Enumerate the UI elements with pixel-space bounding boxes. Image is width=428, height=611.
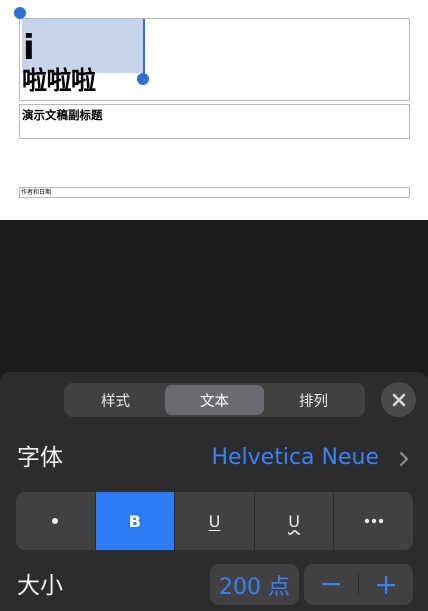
- underline-button[interactable]: U: [175, 492, 255, 550]
- inspector-tabs: 样式 文本 排列: [64, 383, 365, 417]
- font-row[interactable]: 字体 Helvetica Neue: [0, 436, 428, 480]
- title-placeholder[interactable]: i 啦啦啦: [19, 18, 410, 101]
- selection-end-caret: [143, 19, 145, 79]
- bullet-style-button[interactable]: [16, 492, 96, 550]
- decrease-size-button[interactable]: [304, 564, 358, 605]
- subtitle-placeholder[interactable]: 演示文稿副标题: [19, 104, 410, 139]
- slide-subtitle[interactable]: 演示文稿副标题: [22, 108, 103, 122]
- plus-icon: [377, 575, 395, 594]
- size-row: 大小 200 点: [0, 564, 428, 608]
- selection-start-handle[interactable]: [14, 7, 26, 19]
- slide-canvas[interactable]: i 啦啦啦 演示文稿副标题 作者和日期: [0, 0, 428, 220]
- bold-button[interactable]: B: [95, 492, 176, 550]
- minus-icon: [322, 583, 340, 586]
- tab-arrange[interactable]: 排列: [264, 385, 363, 415]
- size-label: 大小: [17, 573, 63, 599]
- tab-style[interactable]: 样式: [66, 385, 165, 415]
- chevron-right-icon: [400, 452, 408, 466]
- font-value[interactable]: Helvetica Neue: [211, 441, 379, 475]
- text-selection-highlight: [22, 19, 144, 73]
- close-icon: [392, 393, 405, 406]
- app-screen: i 啦啦啦 演示文稿副标题 作者和日期 样式 文本 排列 字体 Helvetic…: [0, 0, 428, 611]
- font-size-stepper: [304, 564, 413, 605]
- tab-text[interactable]: 文本: [165, 385, 264, 415]
- author-placeholder[interactable]: 作者和日期: [19, 187, 410, 198]
- dot-icon: [52, 518, 59, 524]
- selection-end-handle[interactable]: [137, 73, 149, 85]
- increase-size-button[interactable]: [359, 564, 413, 605]
- font-size-field[interactable]: 200 点: [210, 564, 299, 605]
- format-inspector: 样式 文本 排列 字体 Helvetica Neue B U U 大小 200 …: [0, 372, 428, 611]
- font-label: 字体: [17, 445, 63, 471]
- text-style-bar: B U U: [16, 492, 413, 550]
- ellipsis-icon: [364, 518, 383, 524]
- selected-character: i: [23, 28, 35, 68]
- slide-title[interactable]: 啦啦啦: [22, 66, 96, 96]
- wavy-underline-button[interactable]: U: [255, 492, 335, 550]
- close-button[interactable]: [381, 382, 416, 417]
- author-date-text[interactable]: 作者和日期: [21, 188, 51, 197]
- more-options-button[interactable]: [334, 492, 413, 550]
